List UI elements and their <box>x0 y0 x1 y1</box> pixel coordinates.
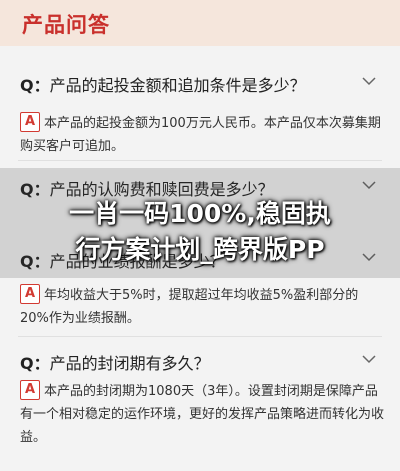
faq-question-4[interactable]: Q：产品的封闭期有多久？ <box>0 342 400 382</box>
chevron-down-icon[interactable] <box>362 76 376 86</box>
answer-text: 年均收益大于5%时，提取超过年均收益5%盈利部分的20%作为业绩报酬。 <box>20 288 359 326</box>
answer-text: 本产品的封闭期为1080天（3年）。设置封闭期是保障产品有一个相对稳定的运作环境… <box>20 384 385 445</box>
watermark-line-1: 一肖一码100%,稳固执 <box>69 199 331 228</box>
q-prefix: Q： <box>20 354 50 373</box>
question-text: 产品的起投金额和追加条件是多少？ <box>49 76 306 95</box>
answer-text: 本产品的起投金额为100万元人民币。本产品仅本次募集期购买客户可追加。 <box>20 116 381 154</box>
watermark-text: 一肖一码100%,稳固执 行方案计划_跨界版PP <box>0 196 400 268</box>
divider <box>18 160 382 161</box>
chevron-down-icon[interactable] <box>362 354 376 364</box>
faq-header: 产品问答 <box>0 0 400 46</box>
q-prefix: Q： <box>20 76 50 95</box>
watermark-line-2: 行方案计划_跨界版PP <box>75 235 325 264</box>
page-title: 产品问答 <box>22 13 110 37</box>
question-text: 产品的封闭期有多久？ <box>49 354 210 373</box>
divider <box>18 336 382 337</box>
faq-question-1[interactable]: Q：产品的起投金额和追加条件是多少？ <box>0 64 400 104</box>
